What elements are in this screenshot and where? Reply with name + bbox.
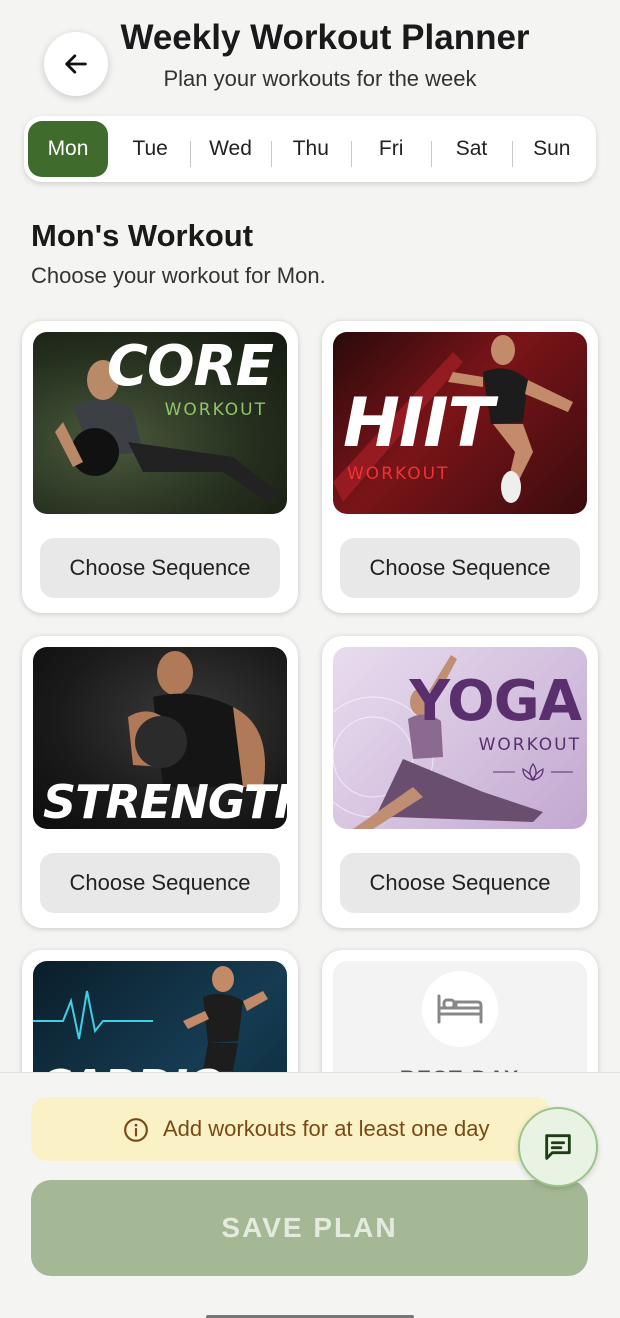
strength-title-art: STRENGTH — [43, 775, 287, 829]
chat-button[interactable] — [518, 1107, 598, 1187]
workout-card-hiit[interactable]: HIIT WORKOUT Choose Sequence — [322, 321, 598, 613]
day-tab-sun[interactable]: Sun — [511, 121, 592, 177]
warning-notice: Add workouts for at least one day — [31, 1097, 551, 1161]
save-plan-button[interactable]: SAVE PLAN — [31, 1180, 588, 1276]
choose-sequence-button[interactable]: Choose Sequence — [40, 538, 280, 598]
page-subtitle: Plan your workouts for the week — [163, 66, 477, 91]
chat-icon — [545, 1134, 571, 1160]
workout-card-strength[interactable]: STRENGTH Choose Sequence — [22, 636, 298, 928]
core-subtitle-art: WORKOUT — [164, 400, 267, 420]
page-title: Weekly Workout Planner — [120, 18, 530, 57]
core-title-art: CORE — [106, 334, 274, 399]
day-selector: Mon Tue Wed Thu Fri Sat Sun — [24, 116, 596, 182]
header: Weekly Workout Planner Plan your workout… — [0, 0, 620, 110]
day-tab-fri[interactable]: Fri — [350, 121, 431, 177]
hiit-subtitle-art: WORKOUT — [347, 464, 450, 484]
day-tab-mon[interactable]: Mon — [28, 121, 108, 177]
day-tab-sat[interactable]: Sat — [431, 121, 511, 177]
day-tab-thu[interactable]: Thu — [270, 121, 351, 177]
footer: Add workouts for at least one day SAVE P… — [0, 1072, 620, 1318]
day-tab-tue[interactable]: Tue — [110, 121, 190, 177]
yoga-workout-image: YOGA WORKOUT — [333, 647, 587, 829]
workout-card-yoga[interactable]: YOGA WORKOUT Choose Sequence — [322, 636, 598, 928]
lotus-icon — [493, 762, 573, 782]
hiit-workout-image: HIIT WORKOUT — [333, 332, 587, 514]
info-icon — [124, 1118, 148, 1142]
choose-sequence-button[interactable]: Choose Sequence — [340, 538, 580, 598]
notice-text: Add workouts for at least one day — [163, 1116, 490, 1141]
day-tab-wed[interactable]: Wed — [190, 121, 270, 177]
yoga-title-art: YOGA — [409, 669, 582, 734]
rest-icon-circle — [422, 971, 498, 1047]
choose-sequence-button[interactable]: Choose Sequence — [340, 853, 580, 913]
bed-icon — [437, 994, 483, 1024]
section-subtitle: Choose your workout for Mon. — [31, 263, 326, 288]
yoga-subtitle-art: WORKOUT — [478, 735, 581, 755]
hiit-title-art: HIIT — [343, 384, 494, 463]
core-workout-image: CORE WORKOUT — [33, 332, 287, 514]
section-title: Mon's Workout — [31, 218, 254, 253]
workout-card-core[interactable]: CORE WORKOUT Choose Sequence — [22, 321, 298, 613]
choose-sequence-button[interactable]: Choose Sequence — [40, 853, 280, 913]
strength-workout-image: STRENGTH — [33, 647, 287, 829]
